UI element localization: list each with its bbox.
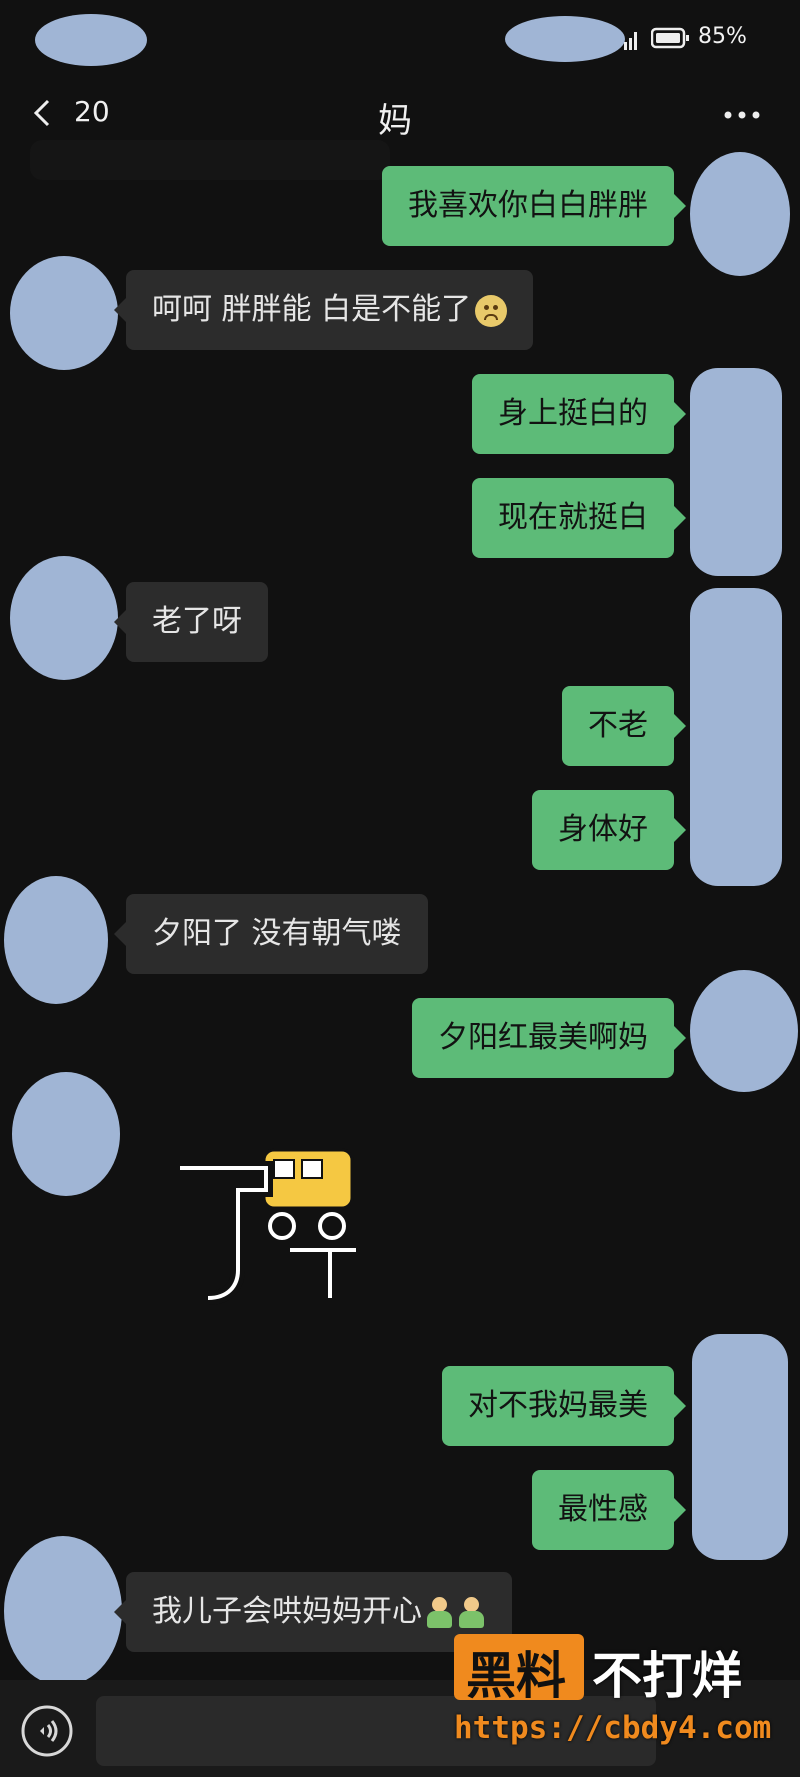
message-text: 夕阳红最美啊妈 [438, 1020, 648, 1055]
my-avatar [690, 970, 798, 1092]
status-right-blur [505, 16, 625, 62]
back-button[interactable]: 20 [28, 95, 128, 141]
chat-title: 妈 [378, 101, 412, 141]
message-bubble-incoming[interactable]: 老了呀 [114, 582, 268, 662]
sad-face-emoji [475, 294, 508, 327]
message-bubble-incoming[interactable]: 呵呵 胖胖能 白是不能了 [113, 270, 534, 350]
battery-level: 85% [698, 24, 747, 49]
message-bubble-outgoing[interactable]: 对不我妈最美 [442, 1366, 686, 1446]
message-text: 身体好 [558, 812, 648, 847]
message-text: 呵呵 胖胖能 白是不能了 [152, 292, 472, 327]
message-text: 不老 [588, 708, 648, 743]
voice-icon [21, 1705, 73, 1757]
message-text: 我儿子会哄妈妈开心 [152, 1594, 422, 1629]
message-bubble-outgoing[interactable]: 我喜欢你白白胖胖 [382, 166, 686, 246]
watermark-brand-b: 不打烊 [592, 1647, 742, 1705]
message-bubble-outgoing[interactable]: 身体好 [532, 790, 686, 870]
watermark-brand-a: 黑料 [466, 1647, 566, 1705]
buddy-emoji [424, 1596, 454, 1629]
message-text: 现在就挺白 [498, 500, 648, 535]
my-avatar [690, 588, 782, 886]
my-avatar [690, 368, 782, 576]
mom-avatar [10, 556, 118, 680]
voice-button[interactable] [20, 1704, 74, 1758]
message-bubble-outgoing[interactable]: 不老 [562, 686, 686, 766]
watermark: 黑料 不打烊 https://cbdy4.com [452, 1632, 792, 1762]
my-avatar [692, 1334, 788, 1560]
mom-avatar [4, 876, 108, 1004]
message-bubble-outgoing[interactable]: 夕阳红最美啊妈 [412, 998, 686, 1078]
signal-icon [624, 28, 640, 50]
message-bubble-outgoing[interactable]: 现在就挺白 [472, 478, 686, 558]
mom-avatar [4, 1536, 122, 1686]
message-text: 最性感 [558, 1492, 648, 1527]
message-text: 身上挺白的 [498, 396, 648, 431]
mom-avatar [12, 1072, 120, 1196]
sticker-image[interactable]: 了呀 [170, 1138, 370, 1308]
message-bubble-outgoing[interactable]: 最性感 [532, 1470, 686, 1550]
back-icon [32, 97, 54, 133]
mom-avatar [10, 256, 118, 370]
my-avatar [690, 152, 790, 276]
more-icon [724, 111, 760, 119]
watermark-url: https://cbdy4.com [454, 1710, 772, 1746]
header-redaction [30, 140, 390, 180]
more-button[interactable] [720, 95, 768, 131]
message-text: 对不我妈最美 [468, 1388, 648, 1423]
message-text: 夕阳了 没有朝气喽 [152, 916, 402, 951]
message-text: 老了呀 [152, 604, 242, 639]
message-bubble-incoming[interactable]: 夕阳了 没有朝气喽 [114, 894, 428, 974]
message-bubble-outgoing[interactable]: 身上挺白的 [472, 374, 686, 454]
battery-icon [650, 27, 691, 49]
unread-count: 20 [74, 95, 110, 128]
buddy-emoji [456, 1596, 486, 1629]
message-text: 我喜欢你白白胖胖 [408, 188, 648, 223]
status-left-blur [35, 14, 147, 66]
